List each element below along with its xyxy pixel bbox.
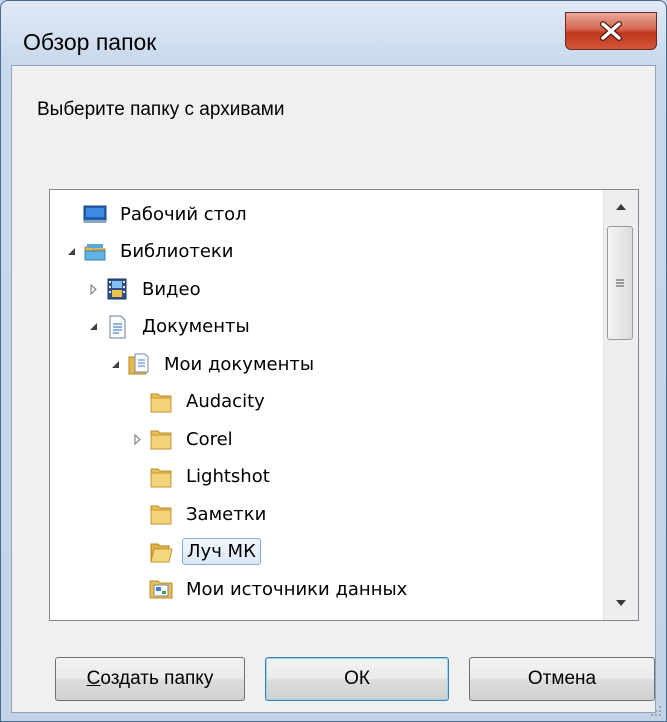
grip-icon <box>616 279 624 287</box>
tree-item[interactable]: Луч МК <box>130 534 261 570</box>
tree-item[interactable]: Рабочий стол <box>64 196 251 232</box>
tree-item[interactable]: Видео <box>86 271 205 307</box>
cancel-label: Отмена <box>527 668 597 689</box>
tree-arrow-placeholder <box>130 470 144 484</box>
folder-icon <box>148 426 174 452</box>
vertical-scrollbar[interactable] <box>603 190 638 620</box>
tree-expanded-arrow-icon[interactable] <box>108 357 122 371</box>
tree-arrow-placeholder <box>130 582 144 596</box>
scroll-down-button[interactable] <box>604 586 638 620</box>
tree-arrow-placeholder <box>130 545 144 559</box>
documents-library-icon <box>104 314 130 340</box>
video-library-icon <box>104 276 130 302</box>
tree-collapsed-arrow-icon[interactable] <box>86 282 100 296</box>
arrow-up-icon <box>616 204 626 210</box>
folder-icon <box>148 389 174 415</box>
scroll-up-button[interactable] <box>604 190 638 224</box>
close-button[interactable] <box>565 12 657 50</box>
dialog-prompt: Выберите папку с архивами <box>37 99 285 120</box>
documents-folder-icon <box>126 351 152 377</box>
desktop-icon <box>82 201 108 227</box>
tree-item-label: Мои документы <box>164 353 315 375</box>
libraries-icon <box>82 239 108 265</box>
tree-item-label: Луч МК <box>182 538 261 565</box>
cancel-button[interactable]: Отмена <box>469 657 655 701</box>
tree-item[interactable]: Мои документы <box>108 346 318 382</box>
new-folder-mnemonic: С <box>86 668 101 689</box>
folder-icon <box>148 501 174 527</box>
folder-open-icon <box>148 539 174 565</box>
tree-item[interactable]: Lightshot <box>130 459 274 495</box>
tree-collapsed-arrow-icon[interactable] <box>130 432 144 446</box>
tree-item-label: Заметки <box>186 503 267 525</box>
folder-tree[interactable]: Мои источники данных Луч МК Заметки Lightsh… <box>49 189 639 621</box>
scroll-thumb[interactable] <box>607 226 633 340</box>
tree-arrow-placeholder <box>130 395 144 409</box>
tree-item[interactable]: Заметки <box>130 496 270 532</box>
dialog-title: Обзор папок <box>23 29 157 55</box>
tree-item-label: Lightshot <box>186 466 270 487</box>
ok-button[interactable]: ОК <box>265 657 449 701</box>
resize-grip-icon[interactable] <box>648 703 662 717</box>
tree-item[interactable]: Corel <box>130 421 237 457</box>
tree-item-label: Audacity <box>186 391 265 412</box>
folder-icon <box>148 464 174 490</box>
tree-item-label: Мои источники данных <box>186 578 408 600</box>
arrow-down-icon <box>616 600 626 606</box>
data-sources-folder-icon <box>148 576 174 602</box>
tree-arrow-placeholder <box>130 507 144 521</box>
new-folder-button[interactable]: Создать папку <box>55 657 245 701</box>
tree-item-label: Corel <box>186 428 233 450</box>
tree-item[interactable]: Мои источники данных <box>130 571 411 607</box>
tree-item-label: Видео <box>142 278 201 300</box>
tree-item[interactable]: Библиотеки <box>64 234 238 270</box>
new-folder-label: оздать папку <box>100 668 214 689</box>
browse-folders-dialog: Обзор папок Выберите папку с архивами Мо… <box>0 0 667 722</box>
close-icon <box>600 21 622 41</box>
tree-item[interactable]: Документы <box>86 309 254 345</box>
tree-expanded-arrow-icon[interactable] <box>64 245 78 259</box>
tree-item-label: Библиотеки <box>120 241 234 262</box>
tree-expanded-arrow-icon[interactable] <box>86 320 100 334</box>
ok-label: ОК <box>344 668 370 689</box>
tree-arrow-placeholder <box>64 207 78 221</box>
tree-item-label: Документы <box>142 316 250 337</box>
tree-item-label: Рабочий стол <box>120 203 247 225</box>
tree-item[interactable]: Audacity <box>130 384 269 420</box>
